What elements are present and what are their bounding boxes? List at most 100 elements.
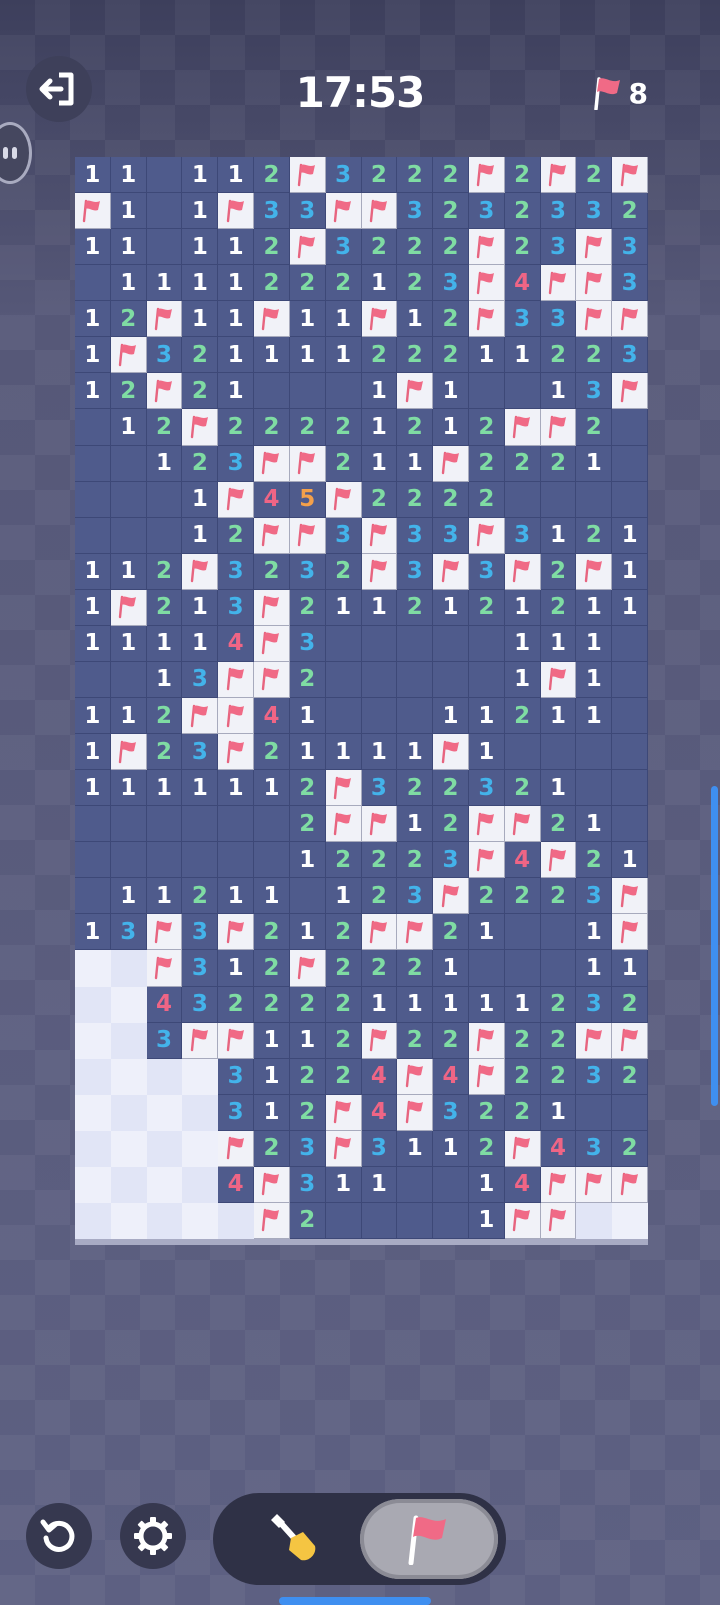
number-cell[interactable]: 1	[468, 986, 505, 1023]
number-cell[interactable]: 1	[110, 157, 147, 194]
number-cell[interactable]: 1	[504, 986, 541, 1023]
number-cell[interactable]: 3	[504, 517, 541, 554]
number-cell[interactable]: 2	[325, 986, 362, 1023]
number-cell[interactable]: 2	[540, 553, 577, 590]
number-cell[interactable]: 2	[146, 553, 183, 590]
number-cell[interactable]: 1	[289, 914, 326, 951]
covered-cell[interactable]	[218, 1202, 255, 1239]
number-cell[interactable]: 2	[433, 337, 469, 374]
number-cell[interactable]: 2	[433, 914, 469, 951]
number-cell[interactable]: 1	[433, 950, 469, 987]
number-cell[interactable]: 3	[110, 914, 147, 951]
number-cell[interactable]: 3	[397, 553, 434, 590]
number-cell[interactable]: 2	[468, 1130, 505, 1167]
flagged-cell[interactable]	[612, 1022, 648, 1059]
number-cell[interactable]: 4	[218, 1166, 255, 1203]
number-cell[interactable]: 4	[504, 1166, 541, 1203]
number-cell[interactable]: 3	[218, 589, 255, 626]
number-cell[interactable]: 1	[254, 1058, 290, 1095]
empty-cell[interactable]	[254, 842, 290, 879]
number-cell[interactable]: 3	[182, 734, 219, 771]
flagged-cell[interactable]	[146, 301, 183, 338]
empty-cell[interactable]	[361, 625, 398, 662]
number-cell[interactable]: 3	[576, 878, 613, 915]
number-cell[interactable]: 5	[289, 481, 326, 518]
flagged-cell[interactable]	[540, 409, 577, 446]
flagged-cell[interactable]	[361, 193, 398, 230]
number-cell[interactable]: 2	[397, 229, 434, 266]
number-cell[interactable]: 3	[612, 265, 648, 302]
number-cell[interactable]: 1	[361, 373, 398, 410]
number-cell[interactable]: 3	[218, 553, 255, 590]
number-cell[interactable]: 2	[397, 842, 434, 879]
number-cell[interactable]: 2	[468, 589, 505, 626]
number-cell[interactable]: 1	[468, 697, 505, 735]
flagged-cell[interactable]	[361, 914, 398, 951]
empty-cell[interactable]	[612, 625, 648, 662]
empty-cell[interactable]	[397, 1166, 434, 1203]
number-cell[interactable]: 1	[75, 589, 111, 626]
covered-cell[interactable]	[75, 1058, 111, 1095]
number-cell[interactable]: 2	[433, 157, 469, 194]
number-cell[interactable]: 3	[289, 1166, 326, 1203]
flagged-cell[interactable]	[325, 770, 362, 807]
number-cell[interactable]: 1	[110, 697, 147, 735]
number-cell[interactable]: 2	[289, 409, 326, 446]
number-cell[interactable]: 1	[468, 734, 505, 771]
number-cell[interactable]: 1	[75, 229, 111, 266]
number-cell[interactable]: 1	[254, 878, 290, 915]
number-cell[interactable]: 1	[504, 661, 541, 698]
flagged-cell[interactable]	[468, 157, 505, 194]
covered-cell[interactable]	[146, 1166, 183, 1203]
empty-cell[interactable]	[75, 265, 111, 302]
number-cell[interactable]: 1	[218, 878, 255, 915]
empty-cell[interactable]	[576, 770, 613, 807]
number-cell[interactable]: 2	[254, 1130, 290, 1167]
flag-mode-button[interactable]	[360, 1499, 498, 1579]
empty-cell[interactable]	[612, 445, 648, 482]
covered-cell[interactable]	[110, 950, 147, 987]
number-cell[interactable]: 1	[75, 697, 111, 735]
number-cell[interactable]: 2	[397, 337, 434, 374]
number-cell[interactable]: 2	[146, 589, 183, 626]
flagged-cell[interactable]	[361, 301, 398, 338]
number-cell[interactable]: 2	[468, 1094, 505, 1131]
number-cell[interactable]: 1	[254, 1094, 290, 1131]
number-cell[interactable]: 3	[540, 229, 577, 266]
number-cell[interactable]: 2	[397, 409, 434, 446]
number-cell[interactable]: 2	[504, 1094, 541, 1131]
flagged-cell[interactable]	[504, 409, 541, 446]
number-cell[interactable]: 2	[433, 770, 469, 807]
number-cell[interactable]: 1	[397, 301, 434, 338]
covered-cell[interactable]	[146, 1094, 183, 1131]
number-cell[interactable]: 2	[254, 157, 290, 194]
number-cell[interactable]: 2	[218, 986, 255, 1023]
empty-cell[interactable]	[433, 1202, 469, 1239]
empty-cell[interactable]	[218, 842, 255, 879]
empty-cell[interactable]	[361, 697, 398, 735]
number-cell[interactable]: 3	[397, 193, 434, 230]
flagged-cell[interactable]	[254, 589, 290, 626]
covered-cell[interactable]	[110, 1166, 147, 1203]
covered-cell[interactable]	[110, 1094, 147, 1131]
number-cell[interactable]: 3	[612, 229, 648, 266]
covered-cell[interactable]	[75, 986, 111, 1023]
number-cell[interactable]: 2	[397, 265, 434, 302]
number-cell[interactable]: 1	[397, 806, 434, 843]
number-cell[interactable]: 2	[361, 950, 398, 987]
number-cell[interactable]: 1	[397, 986, 434, 1023]
number-cell[interactable]: 2	[433, 193, 469, 230]
number-cell[interactable]: 3	[182, 950, 219, 987]
number-cell[interactable]: 2	[361, 481, 398, 518]
number-cell[interactable]: 1	[504, 589, 541, 626]
flagged-cell[interactable]	[146, 914, 183, 951]
number-cell[interactable]: 2	[325, 409, 362, 446]
covered-cell[interactable]	[75, 1202, 111, 1239]
number-cell[interactable]: 2	[540, 1058, 577, 1095]
number-cell[interactable]: 2	[504, 445, 541, 482]
number-cell[interactable]: 2	[504, 770, 541, 807]
empty-cell[interactable]	[397, 697, 434, 735]
flagged-cell[interactable]	[504, 553, 541, 590]
number-cell[interactable]: 2	[540, 337, 577, 374]
flagged-cell[interactable]	[289, 517, 326, 554]
